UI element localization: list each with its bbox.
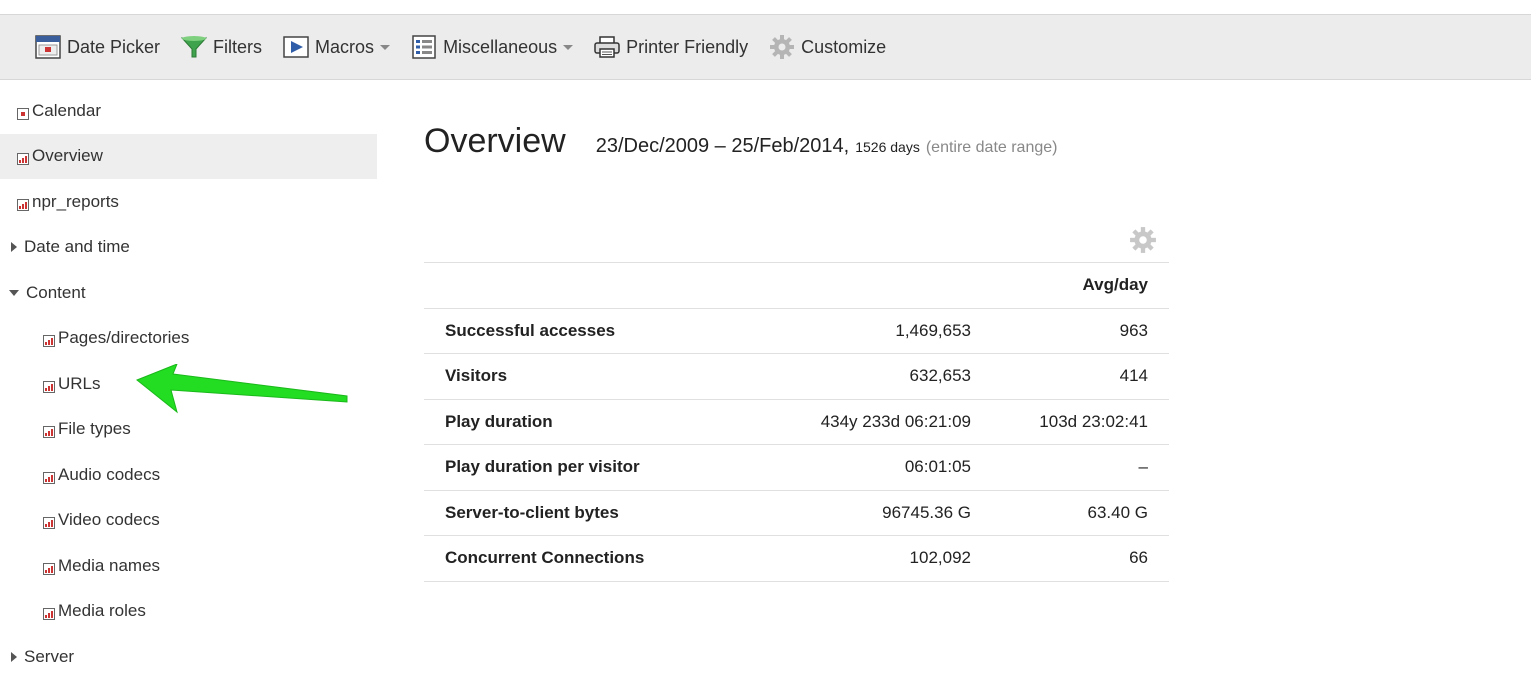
date-picker-button[interactable]: Date Picker: [34, 27, 160, 67]
date-range: 23/Dec/2009 – 25/Feb/2014,: [595, 135, 850, 157]
sidebar-item-label: Pages/directories: [58, 328, 190, 348]
sidebar-item-overview[interactable]: Overview: [0, 133, 377, 179]
row-avg: –: [1138, 457, 1148, 477]
overview-table: Avg/day Successful accesses 1,469,653 96…: [424, 262, 1169, 582]
sidebar-item-label: Content: [26, 282, 86, 302]
sidebar-item-label: Media roles: [58, 601, 146, 621]
macros-label: Macros: [315, 36, 375, 57]
report-icon: [43, 560, 55, 575]
sidebar-item-label: File types: [58, 419, 131, 439]
report-icon: [43, 469, 55, 484]
table-row: Visitors 632,653 414: [424, 354, 1169, 399]
table-header-blank: [424, 263, 743, 309]
report-icon: [17, 150, 29, 166]
sidebar-item-label: Audio codecs: [58, 464, 161, 484]
annotation-arrow-icon: [136, 364, 348, 414]
row-label: Play duration per visitor: [445, 457, 640, 477]
sidebar-item-label: Media names: [58, 555, 161, 575]
page-title: Overview: [424, 122, 566, 160]
play-icon: [282, 34, 310, 60]
sidebar-item-label: URLs: [58, 373, 101, 393]
customize-label: Customize: [801, 36, 887, 57]
row-total: 1,469,653: [895, 320, 971, 340]
sidebar-item-label: Calendar: [32, 100, 101, 120]
caret-down-icon: [9, 289, 19, 296]
date-picker-label: Date Picker: [67, 36, 161, 57]
report-icon: [17, 196, 29, 211]
list-icon: [410, 34, 438, 60]
row-total: 96745.36 G: [882, 502, 971, 522]
avg-day-header: Avg/day: [1082, 275, 1148, 295]
report-icon: [43, 423, 55, 439]
toolbar: Date Picker Filters Macros Miscellaneous…: [0, 14, 1531, 80]
row-avg: 103d 23:02:41: [1039, 411, 1148, 431]
row-label: Concurrent Connections: [445, 548, 645, 568]
filters-label: Filters: [213, 36, 263, 57]
miscellaneous-button[interactable]: Miscellaneous: [410, 27, 574, 67]
entire-range-note: (entire date range): [925, 139, 1058, 156]
day-count: 1526 days: [855, 139, 920, 155]
row-total: 434y 233d 06:21:09: [820, 411, 971, 431]
calendar-icon: [34, 34, 62, 60]
report-icon: [43, 605, 55, 621]
miscellaneous-label: Miscellaneous: [443, 36, 558, 57]
table-row: Play duration per visitor 06:01:05 –: [424, 445, 1169, 490]
sidebar-item-content[interactable]: Content: [0, 270, 377, 316]
sidebar-item-pages-directories[interactable]: Pages/directories: [0, 316, 377, 362]
filters-button[interactable]: Filters: [180, 27, 262, 67]
table-row: Successful accesses 1,469,653 963: [424, 308, 1169, 354]
row-label: Visitors: [445, 366, 508, 386]
row-avg: 963: [1119, 320, 1148, 340]
printer-friendly-label: Printer Friendly: [626, 36, 749, 57]
gear-icon[interactable]: [1129, 226, 1157, 254]
gear-icon: [768, 34, 796, 60]
row-total: 102,092: [909, 548, 971, 568]
table-row: Server-to-client bytes 96745.36 G 63.40 …: [424, 490, 1169, 536]
printer-icon: [593, 34, 621, 60]
sidebar-item-video-codecs[interactable]: Video codecs: [0, 498, 377, 544]
row-avg: 414: [1119, 366, 1148, 386]
row-avg: 63.40 G: [1087, 502, 1149, 522]
report-icon: [43, 514, 55, 530]
table-row: Play duration 434y 233d 06:21:09 103d 23…: [424, 399, 1169, 445]
chevron-down-icon: [380, 44, 391, 50]
page-header: Overview 23/Dec/2009 – 25/Feb/2014, 1526…: [424, 122, 1057, 161]
report-icon: [43, 378, 55, 393]
caret-right-icon: [11, 651, 17, 662]
sidebar-item-npr-reports[interactable]: npr_reports: [0, 179, 377, 225]
sidebar-item-media-names[interactable]: Media names: [0, 543, 377, 589]
row-label: Successful accesses: [445, 320, 616, 340]
sidebar-item-label: Date and time: [24, 237, 130, 257]
sidebar-item-date-and-time[interactable]: Date and time: [0, 225, 377, 271]
row-label: Play duration: [445, 411, 553, 431]
sidebar-item-media-roles[interactable]: Media roles: [0, 589, 377, 635]
caret-right-icon: [11, 242, 17, 253]
table-row: Concurrent Connections 102,092 66: [424, 536, 1169, 581]
sidebar-item-label: Video codecs: [58, 510, 160, 530]
row-label: Server-to-client bytes: [445, 502, 619, 522]
row-total: 632,653: [909, 366, 971, 386]
printer-friendly-button[interactable]: Printer Friendly: [593, 27, 748, 67]
sidebar-item-label: Overview: [32, 146, 103, 166]
table-header-row: Avg/day: [424, 262, 1169, 309]
chevron-down-icon: [563, 44, 574, 50]
sidebar-item-calendar[interactable]: Calendar: [0, 88, 377, 134]
row-total: 06:01:05: [904, 457, 971, 477]
sidebar-item-label: Server: [24, 646, 75, 666]
customize-button[interactable]: Customize: [768, 27, 886, 67]
sidebar-item-audio-codecs[interactable]: Audio codecs: [0, 452, 377, 498]
table-header-blank: [743, 263, 971, 309]
row-avg: 66: [1129, 548, 1148, 568]
filter-icon: [180, 34, 208, 60]
sidebar-item-label: npr_reports: [32, 191, 119, 211]
report-icon: [43, 332, 55, 348]
macros-button[interactable]: Macros: [282, 27, 391, 67]
calendar-icon: [17, 105, 29, 120]
